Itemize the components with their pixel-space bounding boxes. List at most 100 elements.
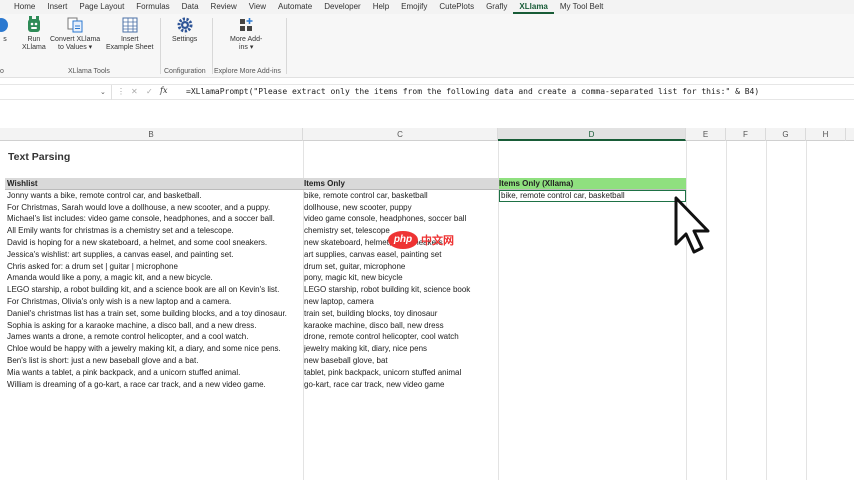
header-items-only[interactable]: Items Only: [304, 178, 499, 190]
items-only-cell[interactable]: LEGO starship, robot building kit, scien…: [304, 284, 499, 296]
header-items-only-xllama[interactable]: Items Only (Xllama): [499, 178, 686, 190]
wishlist-cell[interactable]: Chloe would be happy with a jewelry maki…: [7, 343, 304, 355]
wishlist-cell[interactable]: William is dreaming of a go-kart, a race…: [7, 379, 304, 391]
chevron-down-icon[interactable]: ⌄: [100, 88, 106, 96]
menu-tab-automate[interactable]: Automate: [272, 0, 318, 14]
wishlist-cell[interactable]: Chris asked for: a drum set | guitar | m…: [7, 261, 304, 273]
table-row: For Christmas, Sarah would love a dollho…: [5, 202, 686, 214]
watermark: php 中文网: [388, 231, 454, 249]
menu-tab-my-tool-belt[interactable]: My Tool Belt: [554, 0, 609, 14]
items-only-cell[interactable]: pony, magic kit, new bicycle: [304, 272, 499, 284]
menu-tab-formulas[interactable]: Formulas: [130, 0, 175, 14]
items-only-cell[interactable]: bike, remote control car, basketball: [304, 190, 499, 202]
items-only-cell[interactable]: karaoke machine, disco ball, new dress: [304, 320, 499, 332]
column-header-b[interactable]: B: [0, 128, 303, 141]
items-only-cell[interactable]: drone, remote control helicopter, cool w…: [304, 331, 499, 343]
header-wishlist[interactable]: Wishlist: [5, 178, 304, 190]
convert-to-values-button[interactable]: Convert XLlama to Values ▾: [50, 16, 100, 52]
items-only-cell[interactable]: go-kart, race car track, new video game: [304, 379, 499, 391]
sheet-title: Text Parsing: [8, 151, 71, 163]
table-row: Ben's list is short: just a new baseball…: [5, 355, 686, 367]
table-row: Chloe would be happy with a jewelry maki…: [5, 343, 686, 355]
items-only-cell[interactable]: art supplies, canvas easel, painting set: [304, 249, 499, 261]
wishlist-cell[interactable]: Jessica's wishlist: art supplies, a canv…: [7, 249, 304, 261]
items-only-cell[interactable]: drum set, guitar, microphone: [304, 261, 499, 273]
column-header-f[interactable]: F: [726, 128, 766, 141]
menu-tab-data[interactable]: Data: [176, 0, 205, 14]
wishlist-cell[interactable]: Mia wants a tablet, a pink backpack, and…: [7, 367, 304, 379]
wishlist-cell[interactable]: For Christmas, Olivia's only wish is a n…: [7, 296, 304, 308]
table-header-row: Wishlist Items Only Items Only (Xllama): [5, 178, 686, 190]
items-only-cell[interactable]: tablet, pink backpack, unicorn stuffed a…: [304, 367, 499, 379]
wishlist-cell[interactable]: All Emily wants for christmas is a chemi…: [7, 225, 304, 237]
menu-tab-developer[interactable]: Developer: [318, 0, 366, 14]
menu-tab-emojify[interactable]: Emojify: [395, 0, 433, 14]
wishlist-cell[interactable]: For Christmas, Sarah would love a dollho…: [7, 202, 304, 214]
column-header-row: B C D E F G H: [0, 128, 854, 141]
column-header-d[interactable]: D: [498, 128, 686, 141]
gridline: [806, 141, 807, 480]
menu-tab-grafly[interactable]: Grafly: [480, 0, 513, 14]
table-row: Daniel's christmas list has a train set,…: [5, 308, 686, 320]
wishlist-cell[interactable]: Jonny wants a bike, remote control car, …: [7, 190, 304, 202]
run-xllama-button[interactable]: Run XLlama: [22, 16, 46, 52]
wishlist-cell[interactable]: Michael's list includes: video game cons…: [7, 213, 304, 225]
ribbon-separator: [286, 18, 287, 74]
column-header-c[interactable]: C: [303, 128, 498, 141]
table-row: All Emily wants for christmas is a chemi…: [5, 225, 686, 237]
items-only-cell[interactable]: new baseball glove, bat: [304, 355, 499, 367]
menu-tab-cuteplots[interactable]: CutePlots: [433, 0, 480, 14]
menu-tab-view[interactable]: View: [243, 0, 272, 14]
table-row: For Christmas, Olivia's only wish is a n…: [5, 296, 686, 308]
table-row: Jonny wants a bike, remote control car, …: [5, 189, 686, 202]
items-only-cell[interactable]: dollhouse, new scooter, puppy: [304, 202, 499, 214]
menu-tab-page-layout[interactable]: Page Layout: [73, 0, 130, 14]
selected-cell-d4[interactable]: bike, remote control car, basketball: [499, 189, 686, 202]
menu-tab-help[interactable]: Help: [367, 0, 395, 14]
dropdown-caret-icon: ▾: [249, 44, 254, 51]
wishlist-cell[interactable]: David is hoping for a new skateboard, a …: [7, 237, 304, 249]
ribbon: s o Run XLlama Convert XLlama to Values …: [0, 14, 854, 78]
check-icon[interactable]: ✓: [146, 87, 153, 96]
column-header-g[interactable]: G: [766, 128, 806, 141]
gridline: [766, 141, 767, 480]
items-only-cell[interactable]: jewelry making kit, diary, nice pens: [304, 343, 499, 355]
table-row: Jessica's wishlist: art supplies, a canv…: [5, 249, 686, 261]
name-box[interactable]: [0, 85, 112, 100]
items-only-cell[interactable]: new laptop, camera: [304, 296, 499, 308]
insert-example-sheet-button[interactable]: Insert Example Sheet: [106, 16, 153, 52]
wishlist-cell[interactable]: Sophia is asking for a karaoke machine, …: [7, 320, 304, 332]
partial-group-label: o: [0, 68, 4, 75]
items-only-cell[interactable]: video game console, headphones, soccer b…: [304, 213, 499, 225]
formula-input[interactable]: =XLlamaPrompt("Please extract only the i…: [186, 87, 759, 96]
dropdown-caret-icon: ▾: [88, 44, 93, 51]
column-header-h[interactable]: H: [806, 128, 846, 141]
insert-function-icon[interactable]: fx: [160, 86, 167, 95]
settings-button[interactable]: Settings: [172, 16, 197, 44]
partial-left-button[interactable]: s: [0, 16, 10, 44]
formula-bar: ⌄ ⋮ ✕ ✓ fx =XLlamaPrompt("Please extract…: [0, 84, 854, 100]
column-header-e[interactable]: E: [686, 128, 726, 141]
table-row: Mia wants a tablet, a pink backpack, and…: [5, 367, 686, 379]
menu-tab-home[interactable]: Home: [0, 0, 41, 14]
menu-tab-review[interactable]: Review: [205, 0, 243, 14]
wishlist-cell[interactable]: LEGO starship, a robot building kit, and…: [7, 284, 304, 296]
group-label-xllama-tools: XLlama Tools: [68, 68, 110, 75]
group-label-explore: Explore More Add-ins: [214, 68, 281, 75]
menu-tab-xllama[interactable]: XLlama: [513, 0, 554, 14]
more-addins-button[interactable]: More Add- ins ▾: [230, 16, 262, 52]
cancel-icon[interactable]: ✕: [131, 87, 138, 96]
wishlist-cell[interactable]: Amanda would like a pony, a magic kit, a…: [7, 272, 304, 284]
wishlist-cell[interactable]: James wants a drone, a remote control he…: [7, 331, 304, 343]
table-row: James wants a drone, a remote control he…: [5, 331, 686, 343]
wishlist-cell[interactable]: Daniel's christmas list has a train set,…: [7, 308, 304, 320]
wishlist-cell[interactable]: Ben's list is short: just a new baseball…: [7, 355, 304, 367]
more-icon[interactable]: ⋮: [117, 87, 125, 96]
group-label-configuration: Configuration: [164, 68, 206, 75]
gear-icon: [177, 17, 193, 33]
pointer-cursor-icon: [674, 196, 710, 254]
table-row: Amanda would like a pony, a magic kit, a…: [5, 272, 686, 284]
items-only-cell[interactable]: train set, building blocks, toy dinosaur: [304, 308, 499, 320]
menu-bar: Home Insert Page Layout Formulas Data Review V…: [0, 0, 854, 14]
menu-tab-insert[interactable]: Insert: [41, 0, 73, 14]
